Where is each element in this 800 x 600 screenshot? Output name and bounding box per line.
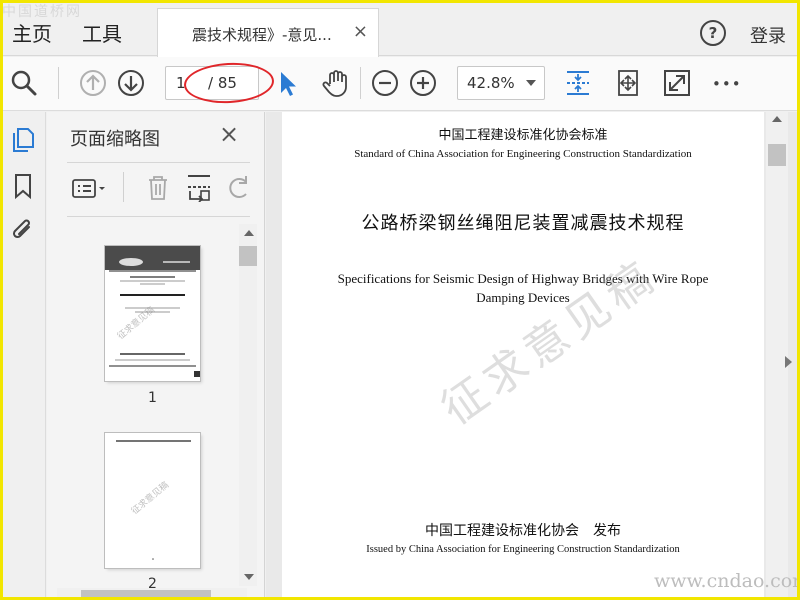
- hand-tool-icon[interactable]: [320, 67, 352, 99]
- document-title-cn: 公路桥梁钢丝绳阻尼装置减震技术规程: [361, 213, 685, 234]
- thumbnails-scrollbar[interactable]: [239, 224, 257, 586]
- zoom-in-icon[interactable]: [407, 67, 439, 99]
- scroll-up-icon[interactable]: [772, 116, 782, 122]
- document-page: 中国工程建设标准化协会标准 Standard of China Associat…: [282, 112, 764, 600]
- top-bar: 中国道桥网 主页 工具 震技术规程》-意见... × ? 登录: [0, 0, 800, 57]
- undo-icon[interactable]: [226, 172, 254, 202]
- delete-icon[interactable]: [144, 172, 172, 202]
- nav-home[interactable]: 主页: [12, 18, 52, 47]
- search-icon[interactable]: [8, 67, 40, 99]
- toolbar-separator: [58, 67, 59, 99]
- panel-separator: [123, 172, 124, 202]
- scroll-down-icon[interactable]: [244, 574, 254, 580]
- zoom-value: 42.8%: [467, 74, 515, 92]
- expand-right-panel-icon[interactable]: [785, 356, 792, 368]
- toolbar-separator: [360, 67, 361, 99]
- nav-tools[interactable]: 工具: [82, 18, 122, 47]
- left-rail: [0, 112, 46, 600]
- panel-divider: [67, 216, 250, 217]
- thumbnail-page-1[interactable]: 征求意见稿: [105, 246, 200, 381]
- document-view: 中国工程建设标准化协会标准 Standard of China Associat…: [266, 112, 800, 600]
- thumbnail-page-2[interactable]: 征求意见稿: [105, 433, 200, 568]
- rotate-fit-icon[interactable]: [612, 67, 644, 99]
- toolbar: 1 / 85 42.8% •••: [0, 57, 800, 111]
- panel-title: 页面缩略图: [70, 129, 160, 150]
- insert-page-icon[interactable]: [185, 172, 213, 202]
- previous-page-icon[interactable]: [77, 67, 109, 99]
- close-tab-icon[interactable]: ×: [353, 21, 368, 42]
- zoom-select[interactable]: 42.8%: [457, 66, 545, 100]
- more-icon[interactable]: •••: [712, 75, 744, 107]
- thumbnails-panel: 页面缩略图 × 征求意见稿 1 征求意见稿 2: [47, 112, 265, 600]
- site-watermark: www.cndao.com: [654, 570, 800, 592]
- zoom-out-icon[interactable]: [369, 67, 401, 99]
- standard-header-en: Standard of China Association for Engine…: [354, 148, 692, 160]
- close-panel-icon[interactable]: ×: [219, 122, 239, 146]
- document-tab[interactable]: 震技术规程》-意见... ×: [157, 8, 379, 57]
- thumbnail-options-icon[interactable]: [71, 175, 111, 203]
- panel-divider: [67, 162, 250, 163]
- select-cursor-icon[interactable]: [272, 67, 304, 99]
- fit-page-icon[interactable]: [562, 67, 594, 99]
- document-tab-title: 震技术规程》-意见...: [192, 26, 332, 44]
- scroll-thumb[interactable]: [81, 590, 211, 599]
- thumbnail-page-number: 1: [148, 390, 157, 406]
- scroll-up-icon[interactable]: [244, 230, 254, 236]
- full-screen-icon[interactable]: [661, 67, 693, 99]
- page-thumbnails-icon[interactable]: [9, 126, 37, 154]
- chevron-down-icon: [526, 80, 536, 86]
- help-icon[interactable]: ?: [700, 20, 726, 46]
- horizontal-scrollbar[interactable]: [57, 588, 247, 600]
- next-page-icon[interactable]: [115, 67, 147, 99]
- scroll-thumb[interactable]: [768, 144, 786, 166]
- login-button[interactable]: 登录: [750, 22, 786, 48]
- publisher-en: Issued by China Association for Engineer…: [366, 544, 680, 555]
- bookmarks-icon[interactable]: [9, 172, 37, 200]
- scroll-thumb[interactable]: [239, 246, 257, 266]
- standard-header-cn: 中国工程建设标准化协会标准: [438, 128, 608, 143]
- attachments-icon[interactable]: [9, 216, 37, 244]
- publisher-cn: 中国工程建设标准化协会 发布: [425, 523, 621, 539]
